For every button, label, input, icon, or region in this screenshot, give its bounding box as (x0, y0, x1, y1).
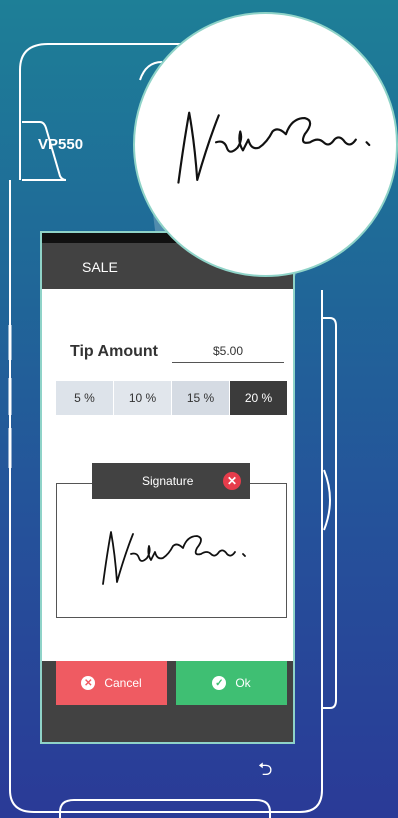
action-bar: ✕ Cancel ✓ Ok (42, 661, 293, 742)
signature-zoom-drawing (177, 111, 371, 184)
cancel-button-label: Cancel (104, 676, 142, 690)
signature-label: Signature (142, 474, 194, 488)
tip-percent-options: 5 % 10 % 15 % 20 % (56, 381, 287, 415)
signature-drawing (102, 531, 246, 585)
ok-button[interactable]: ✓ Ok (176, 661, 287, 705)
device-model-label: VP550 (38, 136, 84, 153)
terminal-screen: SALE Tip Amount $5.00 5 % 10 % 15 % 20 %… (40, 231, 295, 744)
tip-amount-field[interactable]: $5.00 (172, 344, 284, 363)
tip-20-button[interactable]: 20 % (230, 381, 287, 415)
ok-button-label: Ok (235, 676, 251, 690)
back-icon[interactable]: ⮌ (258, 757, 272, 787)
close-icon[interactable]: ✕ (223, 472, 241, 490)
check-icon: ✓ (212, 676, 227, 690)
cancel-button[interactable]: ✕ Cancel (56, 661, 167, 705)
tip-10-button[interactable]: 10 % (114, 381, 171, 415)
signature-pad[interactable] (56, 483, 287, 618)
page-title: SALE (82, 259, 118, 275)
signature-zoom-lens (133, 12, 398, 277)
tip-5-button[interactable]: 5 % (56, 381, 113, 415)
cancel-icon: ✕ (81, 676, 96, 690)
tip-amount-label: Tip Amount (70, 343, 158, 360)
signature-tab: Signature ✕ (92, 463, 250, 499)
tip-15-button[interactable]: 15 % (172, 381, 229, 415)
